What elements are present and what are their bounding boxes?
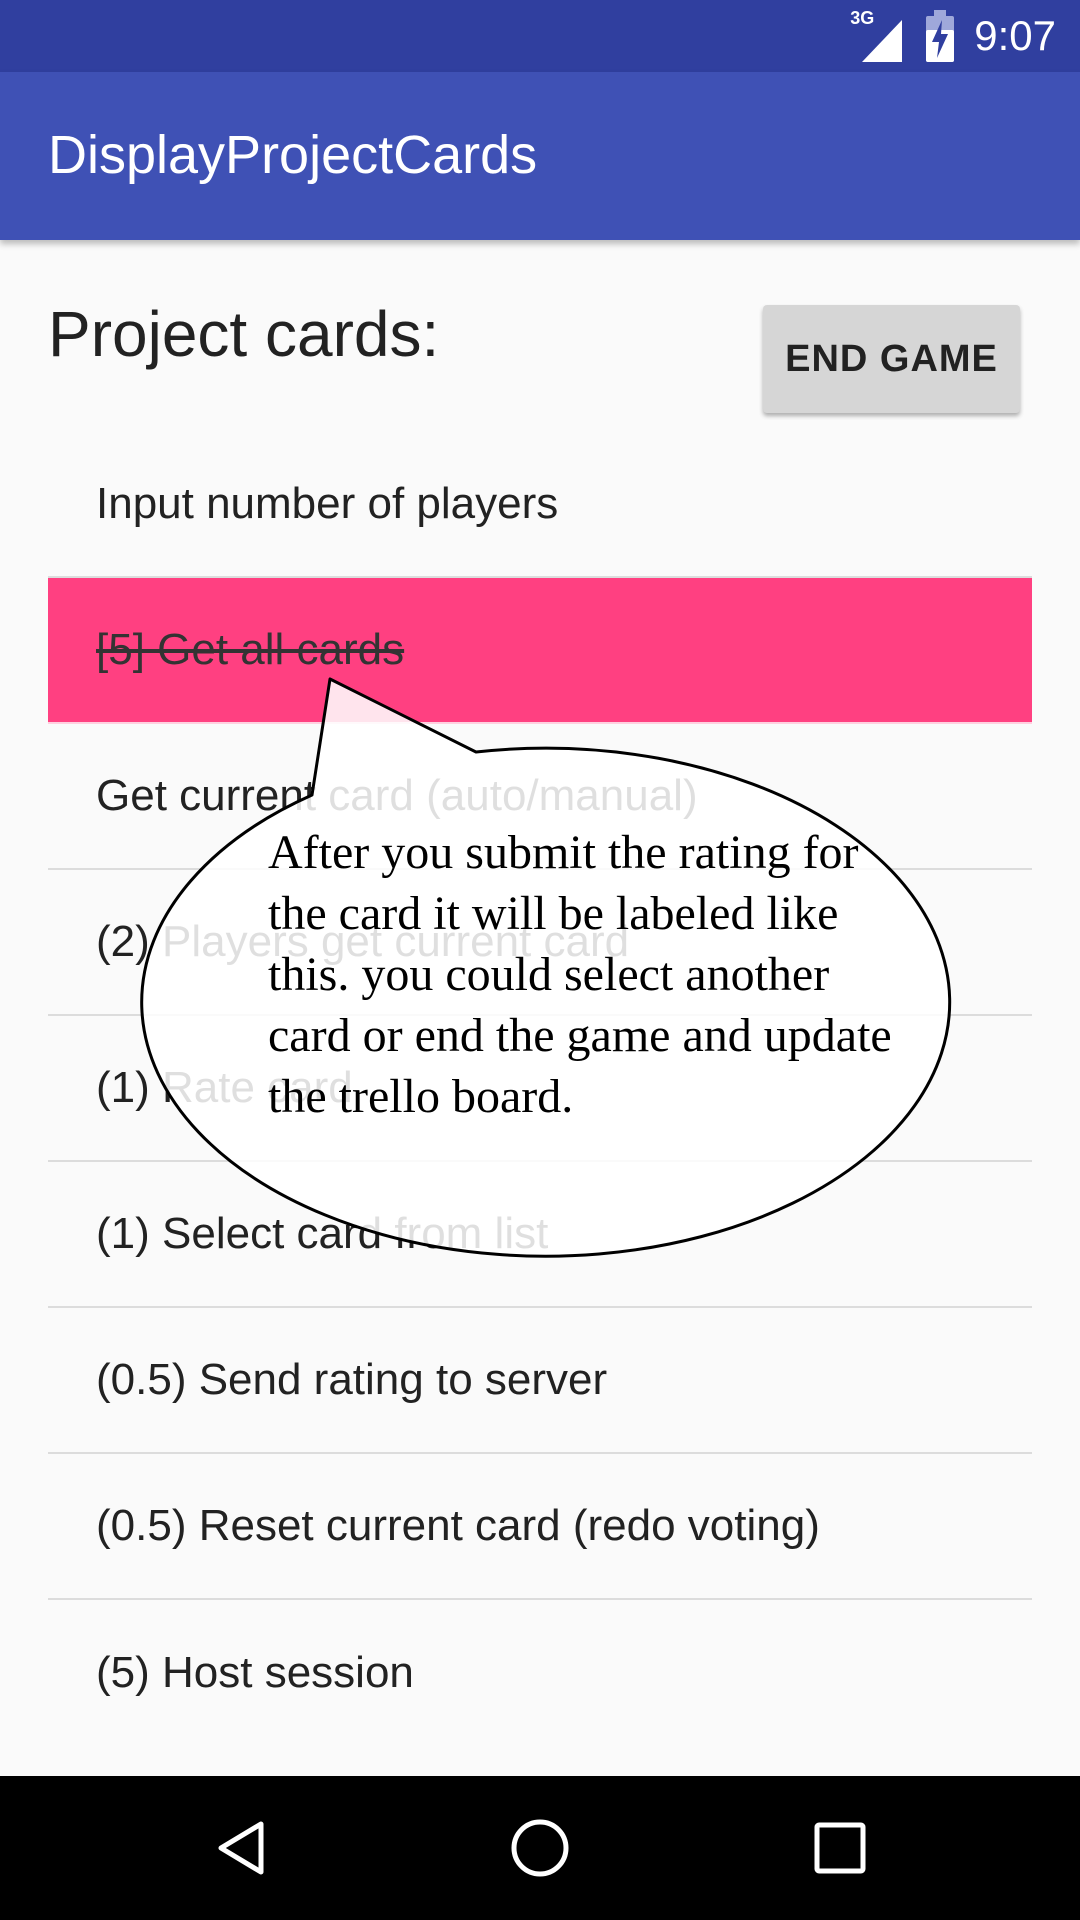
back-icon[interactable] [161, 1776, 321, 1920]
status-bar: 3G 9:07 [0, 0, 1080, 72]
app-bar: DisplayProjectCards [0, 72, 1080, 240]
home-icon[interactable] [460, 1776, 620, 1920]
list-item[interactable]: (0.5) Send rating to server [48, 1308, 1032, 1454]
app-title: DisplayProjectCards [48, 125, 538, 185]
list-item-rated[interactable]: [5] Get all cards [48, 578, 1032, 724]
list-item[interactable]: (5) Host session [48, 1600, 1032, 1746]
network-type-label: 3G [850, 8, 875, 28]
navigation-bar [0, 1776, 1080, 1920]
page-title: Project cards: [48, 298, 440, 370]
clock: 9:07 [974, 12, 1056, 59]
list-item[interactable]: Input number of players [48, 431, 1032, 578]
recents-icon[interactable] [760, 1776, 920, 1920]
battery-charging-icon [924, 8, 956, 64]
list-item[interactable]: (1) Select card from list [48, 1162, 1032, 1308]
status-icons: 3G 9:07 [850, 0, 1056, 72]
end-game-button[interactable]: END GAME [763, 305, 1020, 413]
signal-indicator: 3G [850, 8, 906, 64]
list-item[interactable]: (0.5) Reset current card (redo voting) [48, 1454, 1032, 1600]
screen: 3G 9:07 DisplayProjectCards Project card… [0, 0, 1080, 1920]
annotation-text: After you submit the rating for the card… [268, 826, 892, 1123]
